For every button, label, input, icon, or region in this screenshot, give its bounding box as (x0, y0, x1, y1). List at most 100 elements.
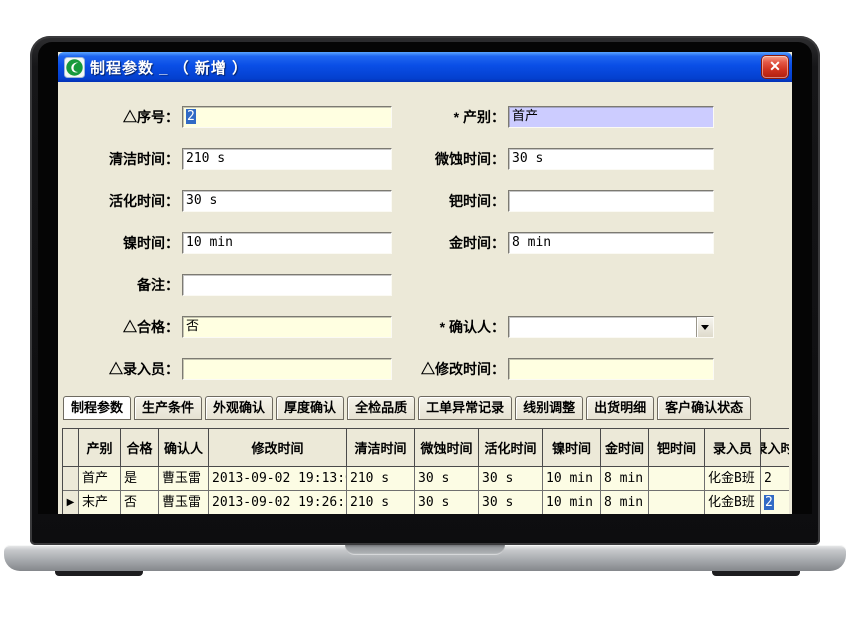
cell[interactable]: 化金B班 (705, 467, 761, 491)
gold-time-label: 金时间： (398, 232, 508, 254)
cell[interactable]: 2013-09-02 19:13:03 (209, 467, 347, 491)
cell[interactable]: 8 min (601, 491, 649, 514)
cell[interactable]: 10 min (543, 467, 601, 491)
field-remark: 备注： (64, 274, 392, 296)
microetch-time-input[interactable]: 30 s (508, 148, 714, 170)
qualified-label: △合格： (64, 316, 182, 338)
table-row[interactable]: ▶末产否曹玉雷2013-09-02 19:26:23210 s30 s30 s1… (63, 491, 789, 514)
tab-7[interactable]: 线别调整 (515, 396, 583, 420)
tab-bar: 制程参数生产条件外观确认厚度确认全检品质工单异常记录线别调整出货明细客户确认状态 (63, 396, 789, 420)
palladium-time-input[interactable] (508, 190, 714, 212)
field-entry-person: △录入员： (64, 358, 392, 380)
palladium-time-label: 钯时间： (398, 190, 508, 212)
field-modified-time: △修改时间： (398, 358, 714, 380)
tab-6[interactable]: 工单异常记录 (418, 396, 512, 420)
column-header[interactable]: 微蚀时间 (415, 429, 479, 467)
modified-time-input[interactable] (508, 358, 714, 380)
cell[interactable]: 否 (121, 491, 159, 514)
cell[interactable] (649, 491, 705, 514)
row-selector[interactable] (63, 467, 79, 491)
chevron-down-icon (701, 325, 709, 330)
confirmer-select[interactable] (508, 316, 714, 338)
activation-time-input[interactable]: 30 s (182, 190, 392, 212)
cell[interactable]: 8 min (601, 467, 649, 491)
cell[interactable]: 30 s (415, 467, 479, 491)
app-logo-icon (64, 57, 85, 78)
field-clean-time: 清洁时间： 210 s (64, 148, 392, 170)
field-seq: △序号： 2 (64, 106, 392, 128)
gold-time-input[interactable]: 8 min (508, 232, 714, 254)
tab-9[interactable]: 客户确认状态 (657, 396, 751, 420)
cell[interactable]: 210 s (347, 491, 415, 514)
qualified-input[interactable]: 否 (182, 316, 392, 338)
selector-column-header[interactable] (63, 429, 79, 467)
cell[interactable]: 210 s (347, 467, 415, 491)
tab-1[interactable]: 制程参数 (63, 396, 131, 420)
tab-8[interactable]: 出货明细 (586, 396, 654, 420)
app-window: 制程参数 _ （ 新增 ） ✕ △序号： 2 清洁时间： 210 s 活化时间：… (58, 52, 792, 514)
category-input[interactable]: 首产 (508, 106, 714, 128)
laptop-mockup: 制程参数 _ （ 新增 ） ✕ △序号： 2 清洁时间： 210 s 活化时间：… (0, 0, 850, 621)
column-header[interactable]: 合格 (121, 429, 159, 467)
field-qualified: △合格： 否 (64, 316, 392, 338)
field-nickel-time: 镍时间： 10 min (64, 232, 392, 254)
column-header[interactable]: 确认人 (159, 429, 209, 467)
column-header[interactable]: 清洁时间 (347, 429, 415, 467)
cell[interactable]: 2 (761, 467, 789, 491)
microetch-time-label: 微蚀时间： (398, 148, 508, 170)
cell[interactable] (649, 467, 705, 491)
nickel-time-input[interactable]: 10 min (182, 232, 392, 254)
field-microetch-time: 微蚀时间： 30 s (398, 148, 714, 170)
tab-5[interactable]: 全检品质 (347, 396, 415, 420)
cell[interactable]: 首产 (79, 467, 121, 491)
seq-label: △序号： (64, 106, 182, 128)
column-header[interactable]: 修改时间 (209, 429, 347, 467)
modified-time-label: △修改时间： (398, 358, 508, 380)
close-button[interactable]: ✕ (762, 56, 788, 78)
column-header[interactable]: 金时间 (601, 429, 649, 467)
entry-person-input[interactable] (182, 358, 392, 380)
entry-person-label: △录入员： (64, 358, 182, 380)
field-gold-time: 金时间： 8 min (398, 232, 714, 254)
tab-3[interactable]: 外观确认 (205, 396, 273, 420)
cell[interactable]: 曹玉雷 (159, 491, 209, 514)
laptop-base-notch (345, 545, 505, 555)
tab-4[interactable]: 厚度确认 (276, 396, 344, 420)
column-header[interactable]: 钯时间 (649, 429, 705, 467)
category-label: * 产别： (398, 106, 508, 128)
column-header[interactable]: 产别 (79, 429, 121, 467)
laptop-base (4, 545, 846, 571)
clean-time-input[interactable]: 210 s (182, 148, 392, 170)
field-activation-time: 活化时间： 30 s (64, 190, 392, 212)
column-header[interactable]: 录入时间 (761, 429, 789, 467)
window-titlebar[interactable]: 制程参数 _ （ 新增 ） ✕ (58, 52, 792, 82)
field-confirmer: * 确认人： (398, 316, 714, 338)
cell[interactable]: 10 min (543, 491, 601, 514)
remark-input[interactable] (182, 274, 392, 296)
seq-value: 2 (186, 109, 196, 124)
cell[interactable]: 化金B班 (705, 491, 761, 514)
screen-area: 制程参数 _ （ 新增 ） ✕ △序号： 2 清洁时间： 210 s 活化时间：… (38, 42, 812, 514)
cell[interactable]: 2013-09-02 19:26:23 (209, 491, 347, 514)
selected-cell-value: 2 (764, 495, 774, 510)
nickel-time-label: 镍时间： (64, 232, 182, 254)
column-header[interactable]: 录入员 (705, 429, 761, 467)
remark-label: 备注： (64, 274, 182, 296)
field-category: * 产别： 首产 (398, 106, 714, 128)
tab-2[interactable]: 生产条件 (134, 396, 202, 420)
cell[interactable]: 2 (761, 491, 789, 514)
cell[interactable]: 30 s (479, 491, 543, 514)
cell[interactable]: 曹玉雷 (159, 467, 209, 491)
cell[interactable]: 30 s (415, 491, 479, 514)
cell[interactable]: 30 s (479, 467, 543, 491)
column-header[interactable]: 活化时间 (479, 429, 543, 467)
seq-input[interactable]: 2 (182, 106, 392, 128)
current-row-indicator[interactable]: ▶ (63, 491, 79, 514)
cell[interactable]: 是 (121, 467, 159, 491)
confirmer-dropdown-button[interactable] (696, 317, 713, 337)
column-header[interactable]: 镍时间 (543, 429, 601, 467)
cell[interactable]: 末产 (79, 491, 121, 514)
confirmer-label: * 确认人： (398, 316, 508, 338)
table-row[interactable]: 首产是曹玉雷2013-09-02 19:13:03210 s30 s30 s10… (63, 467, 789, 491)
confirmer-value (509, 317, 696, 337)
